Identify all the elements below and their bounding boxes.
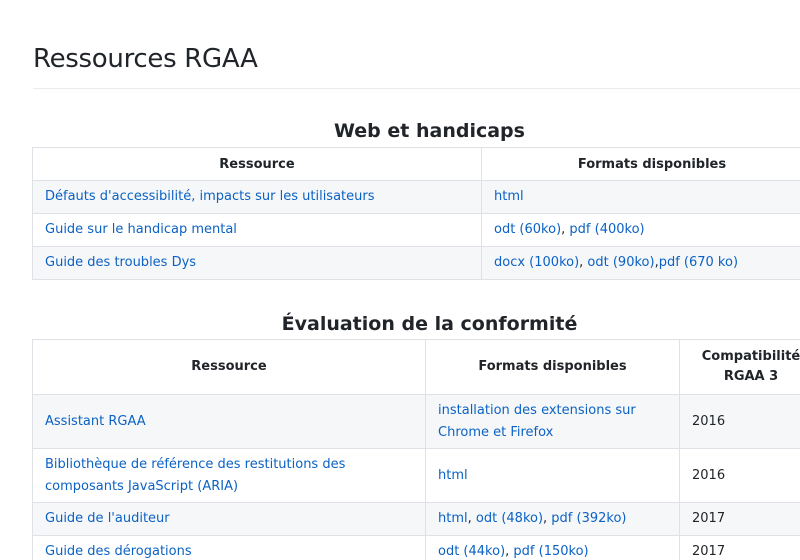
- column-header-compatibilite: Compatibilité RGAA 3: [679, 339, 800, 395]
- resource-link[interactable]: Assistant RGAA: [45, 414, 146, 429]
- table-evaluation: Ressource Formats disponibles Compatibil…: [32, 339, 800, 560]
- table-row: Guide des troubles Dys docx (100ko), odt …: [32, 246, 800, 280]
- column-header-formats: Formats disponibles: [425, 339, 680, 395]
- format-link[interactable]: odt (90ko): [587, 255, 654, 270]
- table-web-handicaps: Ressource Formats disponibles Défauts d'…: [32, 147, 800, 280]
- resource-cell: Défauts d'accessibilité, impacts sur les…: [32, 180, 482, 214]
- title-divider: [33, 88, 800, 89]
- format-link[interactable]: pdf (150ko): [513, 544, 588, 559]
- column-header-ressource: Ressource: [32, 147, 482, 181]
- column-header-formats: Formats disponibles: [481, 147, 800, 181]
- table-body: Défauts d'accessibilité, impacts sur les…: [32, 180, 800, 280]
- table-row: Assistant RGAA installation des extension…: [32, 394, 800, 449]
- compat-cell: 2017: [679, 502, 800, 536]
- table-row: Guide sur le handicap mental odt (60ko), …: [32, 213, 800, 247]
- resource-link[interactable]: Bibliothèque de référence des restitutio…: [45, 457, 345, 494]
- resource-link[interactable]: Défauts d'accessibilité, impacts sur les…: [45, 189, 375, 204]
- formats-cell: installation des extensions sur Chrome e…: [425, 394, 680, 449]
- format-link[interactable]: pdf (670 ko): [659, 255, 738, 270]
- format-link[interactable]: installation des extensions sur Chrome e…: [438, 403, 636, 440]
- format-link[interactable]: html: [438, 468, 468, 483]
- table-row: Guide des dérogations odt (44ko), pdf (15…: [32, 535, 800, 560]
- format-link[interactable]: odt (44ko): [438, 544, 505, 559]
- format-link[interactable]: docx (100ko): [494, 255, 579, 270]
- compat-cell: 2017: [679, 535, 800, 560]
- format-link[interactable]: odt (48ko): [476, 511, 543, 526]
- table-row: Bibliothèque de référence des restitutio…: [32, 448, 800, 503]
- formats-cell: html: [425, 448, 680, 503]
- resource-cell: Guide sur le handicap mental: [32, 213, 482, 247]
- format-separator: ,: [467, 511, 476, 526]
- section-title-web-handicaps: Web et handicaps: [334, 120, 525, 142]
- table-row: Défauts d'accessibilité, impacts sur les…: [32, 180, 800, 214]
- formats-cell: odt (60ko), pdf (400ko): [481, 213, 800, 247]
- format-link[interactable]: html: [494, 189, 524, 204]
- resource-link[interactable]: Guide des troubles Dys: [45, 255, 196, 270]
- compat-cell: 2016: [679, 448, 800, 503]
- resource-cell: Assistant RGAA: [32, 394, 426, 449]
- resource-cell: Guide des dérogations: [32, 535, 426, 560]
- format-link[interactable]: odt (60ko): [494, 222, 561, 237]
- resource-cell: Bibliothèque de référence des restitutio…: [32, 448, 426, 503]
- formats-cell: docx (100ko), odt (90ko),pdf (670 ko): [481, 246, 800, 280]
- format-link[interactable]: html: [438, 511, 468, 526]
- compat-cell: 2016: [679, 394, 800, 449]
- resource-link[interactable]: Guide de l'auditeur: [45, 511, 170, 526]
- table-header-row: Ressource Formats disponibles Compatibil…: [32, 339, 800, 395]
- table-row: Guide de l'auditeur html, odt (48ko), pdf…: [32, 502, 800, 536]
- page-title: Ressources RGAA: [33, 44, 258, 74]
- formats-cell: odt (44ko), pdf (150ko): [425, 535, 680, 560]
- format-link[interactable]: pdf (392ko): [551, 511, 626, 526]
- formats-cell: html, odt (48ko), pdf (392ko): [425, 502, 680, 536]
- resource-cell: Guide des troubles Dys: [32, 246, 482, 280]
- column-header-ressource: Ressource: [32, 339, 426, 395]
- resource-link[interactable]: Guide sur le handicap mental: [45, 222, 237, 237]
- resource-cell: Guide de l'auditeur: [32, 502, 426, 536]
- page: Ressources RGAA Web et handicaps Ressour…: [0, 0, 800, 560]
- table-header-row: Ressource Formats disponibles: [32, 147, 800, 181]
- resource-link[interactable]: Guide des dérogations: [45, 544, 192, 559]
- format-link[interactable]: pdf (400ko): [569, 222, 644, 237]
- section-title-evaluation: Évaluation de la conformité: [281, 313, 578, 335]
- formats-cell: html: [481, 180, 800, 214]
- table-body: Assistant RGAA installation des extension…: [32, 394, 800, 560]
